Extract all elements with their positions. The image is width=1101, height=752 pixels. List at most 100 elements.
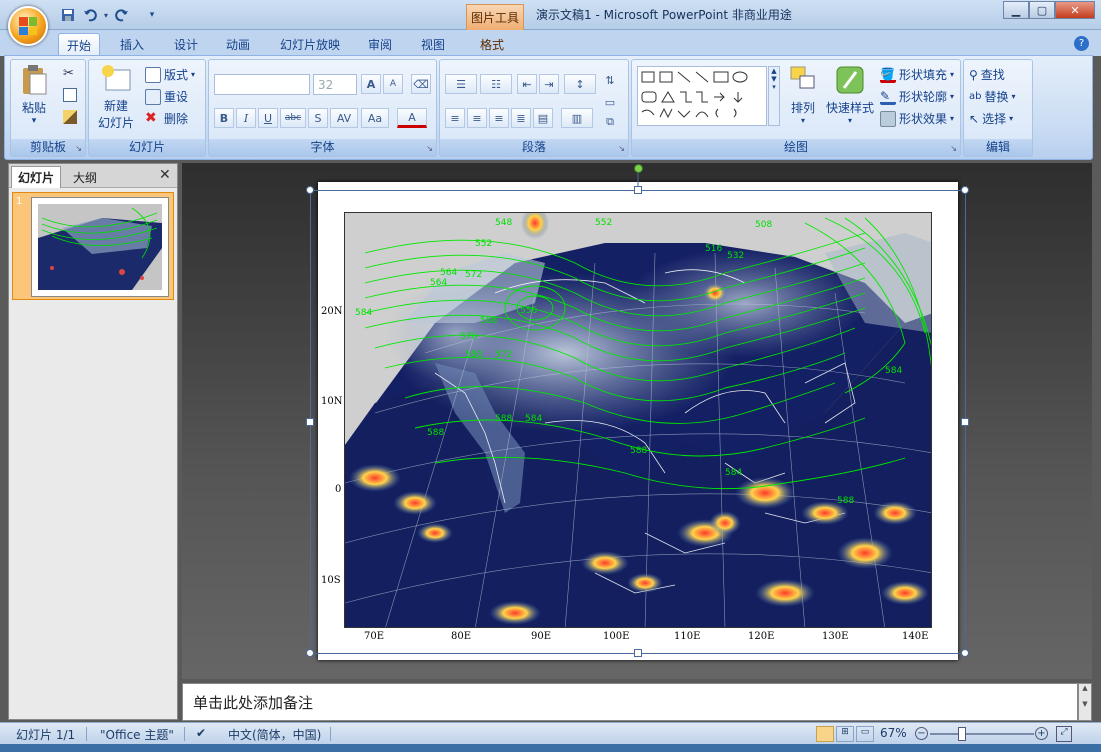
zoom-out-icon[interactable]: − xyxy=(915,727,928,740)
normal-view-icon[interactable] xyxy=(816,726,834,742)
align-text-icon[interactable]: ▭ xyxy=(600,92,620,112)
format-painter-icon[interactable] xyxy=(63,110,77,124)
maximize-button[interactable]: ▢ xyxy=(1029,1,1055,19)
undo-dropdown-icon[interactable]: ▾ xyxy=(98,7,114,23)
layout-button[interactable]: 版式 ▾ xyxy=(145,66,195,83)
delete-button[interactable]: ✖ 删除 xyxy=(145,110,188,127)
slideshow-icon[interactable]: ▭ xyxy=(856,726,874,742)
redo-icon[interactable] xyxy=(114,7,130,23)
numbering-icon[interactable]: ☷ xyxy=(480,74,512,94)
shapes-gallery[interactable] xyxy=(637,66,767,126)
notes-scrollbar[interactable]: ▲ ▼ xyxy=(1078,683,1092,721)
notes-pane[interactable]: 单击此处添加备注 xyxy=(182,683,1078,721)
italic-button[interactable]: I xyxy=(236,108,256,128)
copy-icon[interactable] xyxy=(63,88,77,102)
font-name-combo[interactable] xyxy=(214,74,310,95)
weather-map-image[interactable]: 548 552 564 572 564 568 576 580 572 556 … xyxy=(344,212,932,628)
smartart-icon[interactable]: ⧉ xyxy=(600,112,620,132)
font-launcher-icon[interactable]: ↘ xyxy=(426,144,433,153)
increase-indent-icon[interactable]: ⇥ xyxy=(539,74,559,94)
tab-design[interactable]: 设计 xyxy=(166,33,206,56)
tab-insert[interactable]: 插入 xyxy=(112,33,152,56)
resize-handle-ne[interactable] xyxy=(961,186,969,194)
resize-handle-s[interactable] xyxy=(634,649,642,657)
paste-button[interactable]: 粘贴 ▾ xyxy=(17,64,51,134)
minimize-button[interactable]: ▁ xyxy=(1003,1,1029,19)
char-spacing-button[interactable]: AV xyxy=(330,108,358,128)
contour-label: 564 xyxy=(440,268,457,278)
text-direction-icon[interactable]: ⇅ xyxy=(600,70,620,90)
theme-name[interactable]: "Office 主题" xyxy=(100,726,174,743)
resize-handle-se[interactable] xyxy=(961,649,969,657)
customize-qat-icon[interactable]: ▾ xyxy=(144,7,160,23)
minimize-icon: ▁ xyxy=(1011,3,1021,17)
slide-sorter-icon[interactable]: ⊞ xyxy=(836,726,854,742)
paste-dropdown-icon[interactable]: ▾ xyxy=(17,116,51,126)
rotate-handle[interactable] xyxy=(634,164,643,173)
tab-format[interactable]: 格式 xyxy=(472,33,512,56)
grow-font-button[interactable]: A xyxy=(361,74,381,94)
tab-home[interactable]: 开始 xyxy=(58,33,101,56)
shape-fill-button[interactable]: 🪣 形状填充 ▾ xyxy=(880,66,954,83)
resize-handle-sw[interactable] xyxy=(306,649,314,657)
find-button[interactable]: ⚲ 查找 xyxy=(969,66,1005,83)
font-color-button[interactable]: A xyxy=(397,108,427,128)
bold-button[interactable]: B xyxy=(214,108,234,128)
resize-handle-e[interactable] xyxy=(961,418,969,426)
shrink-font-button[interactable]: A xyxy=(383,74,403,94)
shape-outline-button[interactable]: ✎ 形状轮廓 ▾ xyxy=(880,88,954,105)
zoom-in-icon[interactable]: + xyxy=(1035,727,1048,740)
shadow-button[interactable]: S xyxy=(308,108,328,128)
zoom-slider-thumb[interactable] xyxy=(958,727,966,741)
paragraph-launcher-icon[interactable]: ↘ xyxy=(618,144,625,153)
contour-label: 584 xyxy=(725,468,742,478)
cut-icon[interactable]: ✂ xyxy=(63,66,74,81)
align-right-icon[interactable]: ≡ xyxy=(489,108,509,128)
drawing-launcher-icon[interactable]: ↘ xyxy=(950,144,957,153)
shape-effects-button[interactable]: 形状效果 ▾ xyxy=(880,110,954,127)
close-button[interactable]: ✕ xyxy=(1055,1,1095,19)
clipboard-launcher-icon[interactable]: ↘ xyxy=(75,144,82,153)
tab-review[interactable]: 审阅 xyxy=(360,33,400,56)
tab-outline[interactable]: 大纲 xyxy=(67,166,103,188)
pane-tabs: 幻灯片 大纲 ✕ xyxy=(9,164,177,188)
columns-icon[interactable]: ▥ xyxy=(561,108,593,128)
distribute-icon[interactable]: ▤ xyxy=(533,108,553,128)
select-button[interactable]: ↖ 选择 ▾ xyxy=(969,110,1013,127)
strikethrough-button[interactable]: abc xyxy=(280,108,306,128)
align-left-icon[interactable]: ≡ xyxy=(445,108,465,128)
help-icon[interactable]: ? xyxy=(1074,36,1089,51)
tab-slides[interactable]: 幻灯片 xyxy=(11,166,62,188)
quick-styles-button[interactable]: 快速样式 ▾ xyxy=(824,64,876,138)
arrange-button[interactable]: 排列 ▾ xyxy=(785,64,821,138)
reset-button[interactable]: 重设 xyxy=(145,88,188,105)
resize-handle-nw[interactable] xyxy=(306,186,314,194)
clear-format-icon[interactable]: ⌫ xyxy=(411,74,431,94)
tab-animation[interactable]: 动画 xyxy=(218,33,258,56)
bullets-icon[interactable]: ☰ xyxy=(445,74,477,94)
zoom-slider-track[interactable] xyxy=(930,733,1034,735)
shapes-gallery-scroll[interactable]: ▲ ▼ ▾ xyxy=(768,66,780,126)
new-slide-button[interactable]: 新建 幻灯片 xyxy=(93,64,139,138)
undo-icon[interactable] xyxy=(82,7,98,23)
zoom-level[interactable]: 67% xyxy=(880,726,907,740)
tab-slideshow[interactable]: 幻灯片放映 xyxy=(272,33,348,56)
decrease-indent-icon[interactable]: ⇤ xyxy=(517,74,537,94)
resize-handle-n[interactable] xyxy=(634,186,642,194)
replace-button[interactable]: ab 替换 ▾ xyxy=(969,88,1016,105)
justify-icon[interactable]: ≣ xyxy=(511,108,531,128)
language[interactable]: 中文(简体，中国) xyxy=(228,726,321,743)
office-button[interactable] xyxy=(8,6,48,46)
change-case-button[interactable]: Aa xyxy=(361,108,389,128)
line-spacing-icon[interactable]: ↕ xyxy=(564,74,596,94)
pane-close-icon[interactable]: ✕ xyxy=(159,167,171,183)
save-icon[interactable] xyxy=(60,7,76,23)
resize-handle-w[interactable] xyxy=(306,418,314,426)
underline-button[interactable]: U xyxy=(258,108,278,128)
align-center-icon[interactable]: ≡ xyxy=(467,108,487,128)
tab-view[interactable]: 视图 xyxy=(413,33,453,56)
slide-thumbnail[interactable]: 1 xyxy=(12,192,174,300)
fit-to-window-icon[interactable]: ⤢ xyxy=(1056,726,1072,742)
spell-check-icon[interactable]: ✔ xyxy=(196,726,206,740)
font-size-combo[interactable]: 32 xyxy=(313,74,357,95)
